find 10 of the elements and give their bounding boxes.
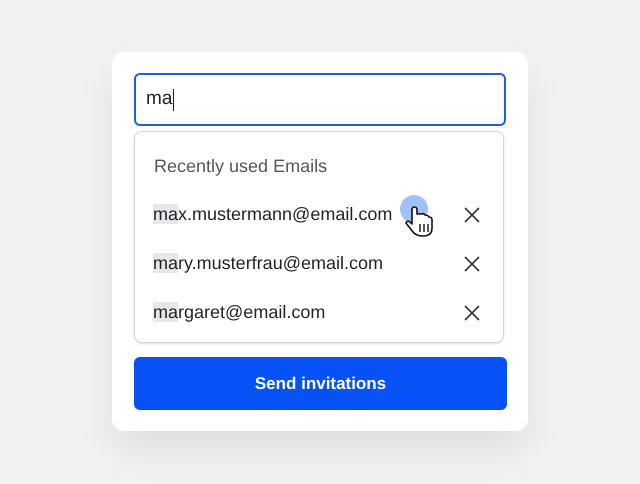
dropdown-heading: Recently used Emails <box>154 155 328 178</box>
close-icon[interactable] <box>464 256 480 272</box>
send-invitations-button[interactable]: Send invitations <box>134 357 507 410</box>
close-icon[interactable] <box>464 305 480 321</box>
email-suggestion[interactable]: mary.musterfrau@email.com <box>153 250 383 277</box>
email-suggestion[interactable]: margaret@email.com <box>153 299 326 326</box>
close-icon[interactable] <box>464 207 480 223</box>
email-input-field[interactable]: ma <box>134 73 506 126</box>
input-value: ma <box>146 87 172 112</box>
email-suggestion[interactable]: max.mustermann@email.com <box>153 201 392 228</box>
